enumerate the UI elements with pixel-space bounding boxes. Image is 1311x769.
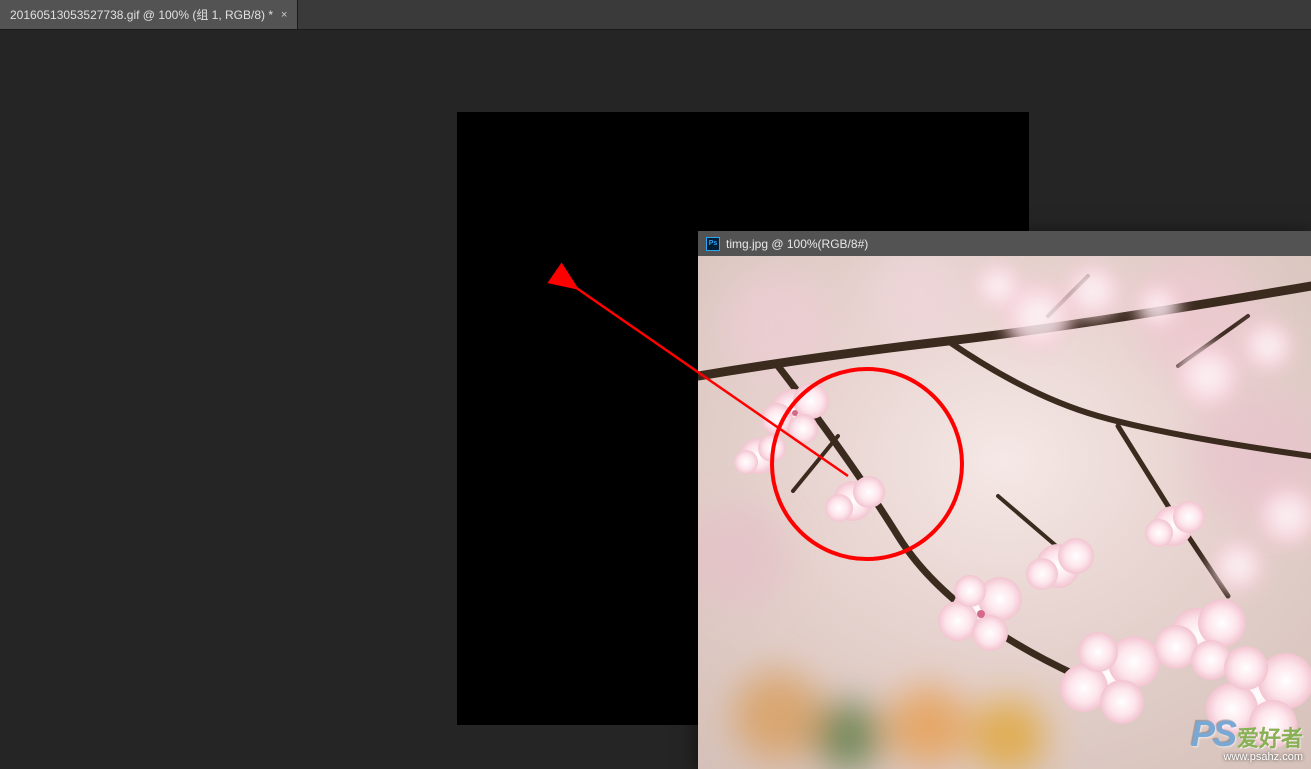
- cherry-blossom-image: [698, 256, 1311, 769]
- floating-window-titlebar[interactable]: Ps timg.jpg @ 100%(RGB/8#): [698, 231, 1311, 256]
- tab-title: 20160513053527738.gif @ 100% (组 1, RGB/8…: [10, 6, 273, 23]
- document-tab-active[interactable]: 20160513053527738.gif @ 100% (组 1, RGB/8…: [0, 0, 298, 29]
- floating-image-canvas[interactable]: [698, 256, 1311, 769]
- floating-document-window[interactable]: Ps timg.jpg @ 100%(RGB/8#): [698, 231, 1311, 769]
- document-tab-bar: 20160513053527738.gif @ 100% (组 1, RGB/8…: [0, 0, 1311, 30]
- photoshop-icon: Ps: [706, 237, 720, 251]
- floating-window-title: timg.jpg @ 100%(RGB/8#): [726, 237, 868, 251]
- close-icon[interactable]: ×: [281, 9, 287, 21]
